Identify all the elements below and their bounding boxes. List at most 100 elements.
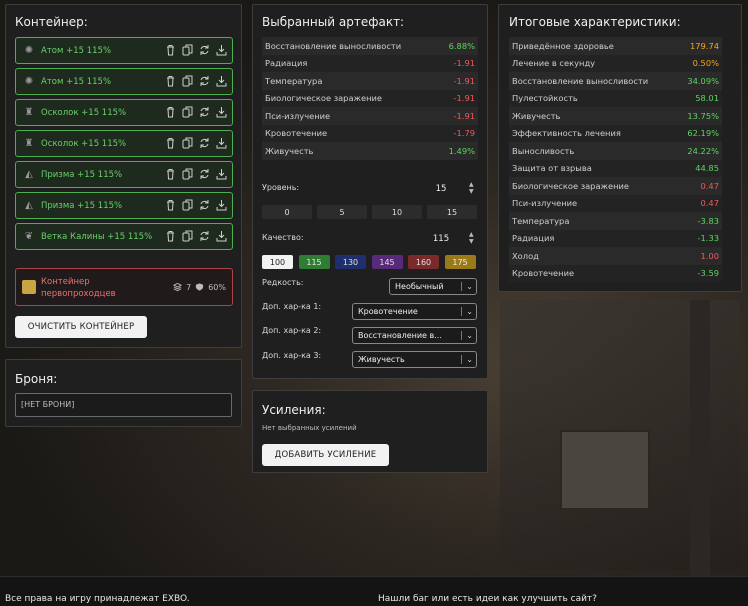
add-boost-button[interactable]: ДОБАВИТЬ УСИЛЕНИЕ <box>262 444 389 466</box>
pioneer-container-card[interactable]: Контейнер первопроходцев 7 60% <box>15 268 233 306</box>
stat-name: Лечение в секунду <box>509 54 678 72</box>
quality-preset-button[interactable]: 160 <box>408 255 439 269</box>
stat-name: Биологическое заражение <box>509 177 678 195</box>
download-icon[interactable] <box>216 199 227 211</box>
stat-row: Кровотечение -3.59 <box>509 264 722 282</box>
extra3-select[interactable]: Живучесть ⌄ <box>352 351 477 368</box>
chevron-down-icon: ⌄ <box>466 331 473 340</box>
trash-icon[interactable] <box>165 230 176 242</box>
stat-row: Защита от взрыва 44.85 <box>509 159 722 177</box>
item-label: Атом +15 115% <box>41 45 112 56</box>
container-slots: 7 <box>186 282 192 292</box>
container-item[interactable]: ♜ Осколок +15 115% <box>15 130 233 157</box>
extra2-select[interactable]: Восстановление в... ⌄ <box>352 327 477 344</box>
stat-name: Защита от взрыва <box>509 159 678 177</box>
copy-icon[interactable] <box>182 106 193 118</box>
clear-container-button[interactable]: ОЧИСТИТЬ КОНТЕЙНЕР <box>15 316 147 338</box>
copy-icon[interactable] <box>182 168 193 180</box>
trash-icon[interactable] <box>165 168 176 180</box>
totals-stats-table: Приведённое здоровье 179.74 Лечение в секу… <box>509 37 722 282</box>
refresh-icon[interactable] <box>199 230 210 242</box>
select-divider <box>461 307 462 316</box>
trash-icon[interactable] <box>165 44 176 56</box>
stat-name: Радиация <box>509 229 678 247</box>
stat-name: Кровотечение <box>262 124 438 142</box>
copy-icon[interactable] <box>182 199 193 211</box>
stat-row: Биологическое заражение -1.91 <box>262 89 478 107</box>
container-name: Контейнер первопроходцев <box>41 277 116 299</box>
stat-value: 62.19% <box>677 124 722 142</box>
refresh-icon[interactable] <box>199 137 210 149</box>
branch-icon: ❦ <box>24 230 34 242</box>
stat-value: 6.88% <box>437 37 478 55</box>
download-icon[interactable] <box>216 75 227 87</box>
copy-icon[interactable] <box>182 230 193 242</box>
stat-name: Выносливость <box>509 142 678 160</box>
refresh-icon[interactable] <box>199 168 210 180</box>
background-beam <box>690 300 710 576</box>
download-icon[interactable] <box>216 106 227 118</box>
download-icon[interactable] <box>216 168 227 180</box>
stat-name: Восстановление выносливости <box>509 72 678 90</box>
stat-value: 1.49% <box>437 142 478 160</box>
trash-icon[interactable] <box>165 199 176 211</box>
stat-row: Пулестойкость 58.01 <box>509 89 722 107</box>
quality-preset-button[interactable]: 130 <box>335 255 366 269</box>
stat-value: 34.09% <box>677 72 722 90</box>
stat-row: Восстановление выносливости 6.88% <box>262 37 478 55</box>
container-item[interactable]: ✺ Атом +15 115% <box>15 68 233 95</box>
container-item[interactable]: ❦ Ветка Калины +15 115% <box>15 223 233 250</box>
stat-row: Радиация -1.33 <box>509 229 722 247</box>
stat-row: Выносливость 24.22% <box>509 142 722 160</box>
level-preset-button[interactable]: 0 <box>262 205 312 219</box>
refresh-icon[interactable] <box>199 106 210 118</box>
refresh-icon[interactable] <box>199 44 210 56</box>
download-icon[interactable] <box>216 230 227 242</box>
copy-icon[interactable] <box>182 75 193 87</box>
extra1-select[interactable]: Кровотечение ⌄ <box>352 303 477 320</box>
level-stepper[interactable]: ▲ ▼ <box>469 181 474 195</box>
item-label: Призма +15 115% <box>41 200 123 211</box>
item-label: Атом +15 115% <box>41 76 112 87</box>
copy-icon[interactable] <box>182 44 193 56</box>
chevron-down-icon: ⌄ <box>466 307 473 316</box>
level-preset-button[interactable]: 15 <box>427 205 477 219</box>
extra2-label: Доп. хар-ка 2: <box>262 326 322 335</box>
level-preset-button[interactable]: 5 <box>317 205 367 219</box>
level-input[interactable]: 15 <box>418 184 464 194</box>
container-panel: Контейнер: ✺ Атом +15 115% ✺ Атом +15 115% ♜… <box>5 4 242 348</box>
level-label: Уровень: <box>262 183 300 192</box>
trash-icon[interactable] <box>165 106 176 118</box>
level-preset-button[interactable]: 10 <box>372 205 422 219</box>
container-item[interactable]: ◭ Призма +15 115% <box>15 192 233 219</box>
container-item[interactable]: ✺ Атом +15 115% <box>15 37 233 64</box>
download-icon[interactable] <box>216 137 227 149</box>
quality-input[interactable]: 115 <box>418 234 464 244</box>
trash-icon[interactable] <box>165 137 176 149</box>
quality-preset-button[interactable]: 175 <box>444 255 476 269</box>
container-item[interactable]: ♜ Осколок +15 115% <box>15 99 233 126</box>
footer: Все права на игру принадлежат EXBO. Нашл… <box>0 576 748 606</box>
armor-field[interactable]: [НЕТ БРОНИ] <box>15 393 232 417</box>
select-divider <box>461 331 462 340</box>
quality-stepper[interactable]: ▲ ▼ <box>469 231 474 245</box>
stat-value: -3.59 <box>677 264 722 282</box>
rarity-select[interactable]: Необычный ⌄ <box>389 278 477 295</box>
quality-preset-button[interactable]: 145 <box>371 255 403 269</box>
stat-name: Кровотечение <box>509 264 678 282</box>
stat-row: Холод 1.00 <box>509 247 722 265</box>
quality-preset-button[interactable]: 115 <box>298 255 330 269</box>
quality-preset-button[interactable]: 100 <box>262 255 293 269</box>
download-icon[interactable] <box>216 44 227 56</box>
container-item[interactable]: ◭ Призма +15 115% <box>15 161 233 188</box>
boosts-title: Усиления: <box>262 403 326 417</box>
refresh-icon[interactable] <box>199 75 210 87</box>
copy-icon[interactable] <box>182 137 193 149</box>
refresh-icon[interactable] <box>199 199 210 211</box>
stat-value: 0.47 <box>677 194 722 212</box>
stat-row: Температура -1.91 <box>262 72 478 90</box>
layers-icon <box>173 282 183 292</box>
copyright-text: Все права на игру принадлежат EXBO. <box>5 594 190 604</box>
trash-icon[interactable] <box>165 75 176 87</box>
stat-value: -1.91 <box>437 54 478 72</box>
